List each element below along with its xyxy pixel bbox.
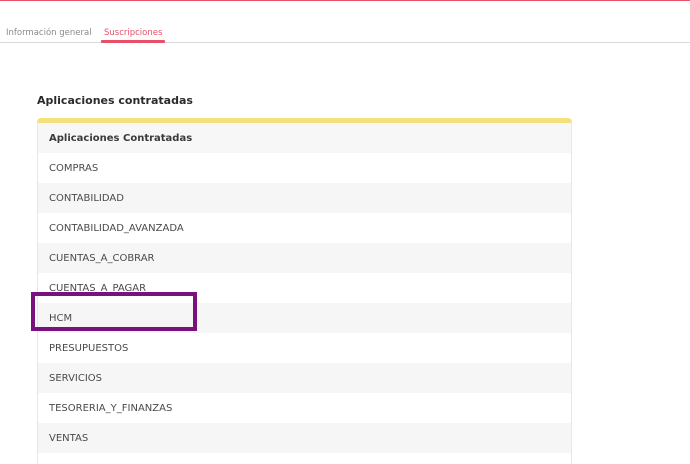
applications-table: Aplicaciones Contratadas COMPRAS CONTABI… bbox=[37, 118, 572, 464]
table-row: CUENTAS_A_PAGAR bbox=[38, 273, 571, 303]
table-row: VENTAS bbox=[38, 423, 571, 453]
tab-bar: Información general Suscripciones bbox=[0, 26, 690, 44]
active-tab-indicator bbox=[101, 40, 165, 43]
table-row: CUENTAS_A_COBRAR bbox=[38, 243, 571, 273]
tab-informacion-general[interactable]: Información general bbox=[6, 28, 92, 38]
table-header: Aplicaciones Contratadas bbox=[38, 123, 571, 153]
table-row: COMPRAS bbox=[38, 153, 571, 183]
table-row: PRESUPUESTOS bbox=[38, 333, 571, 363]
table-row: HCM bbox=[38, 303, 571, 333]
section-title: Aplicaciones contratadas bbox=[37, 94, 193, 107]
table-row: SERVICIOS bbox=[38, 363, 571, 393]
table-row: TESORERIA_Y_FINANZAS bbox=[38, 393, 571, 423]
table-body: COMPRAS CONTABILIDAD CONTABILIDAD_AVANZA… bbox=[38, 153, 571, 453]
table-row: CONTABILIDAD_AVANZADA bbox=[38, 213, 571, 243]
tab-suscripciones[interactable]: Suscripciones bbox=[104, 28, 162, 38]
table-row: CONTABILIDAD bbox=[38, 183, 571, 213]
top-accent-line bbox=[0, 0, 690, 1]
